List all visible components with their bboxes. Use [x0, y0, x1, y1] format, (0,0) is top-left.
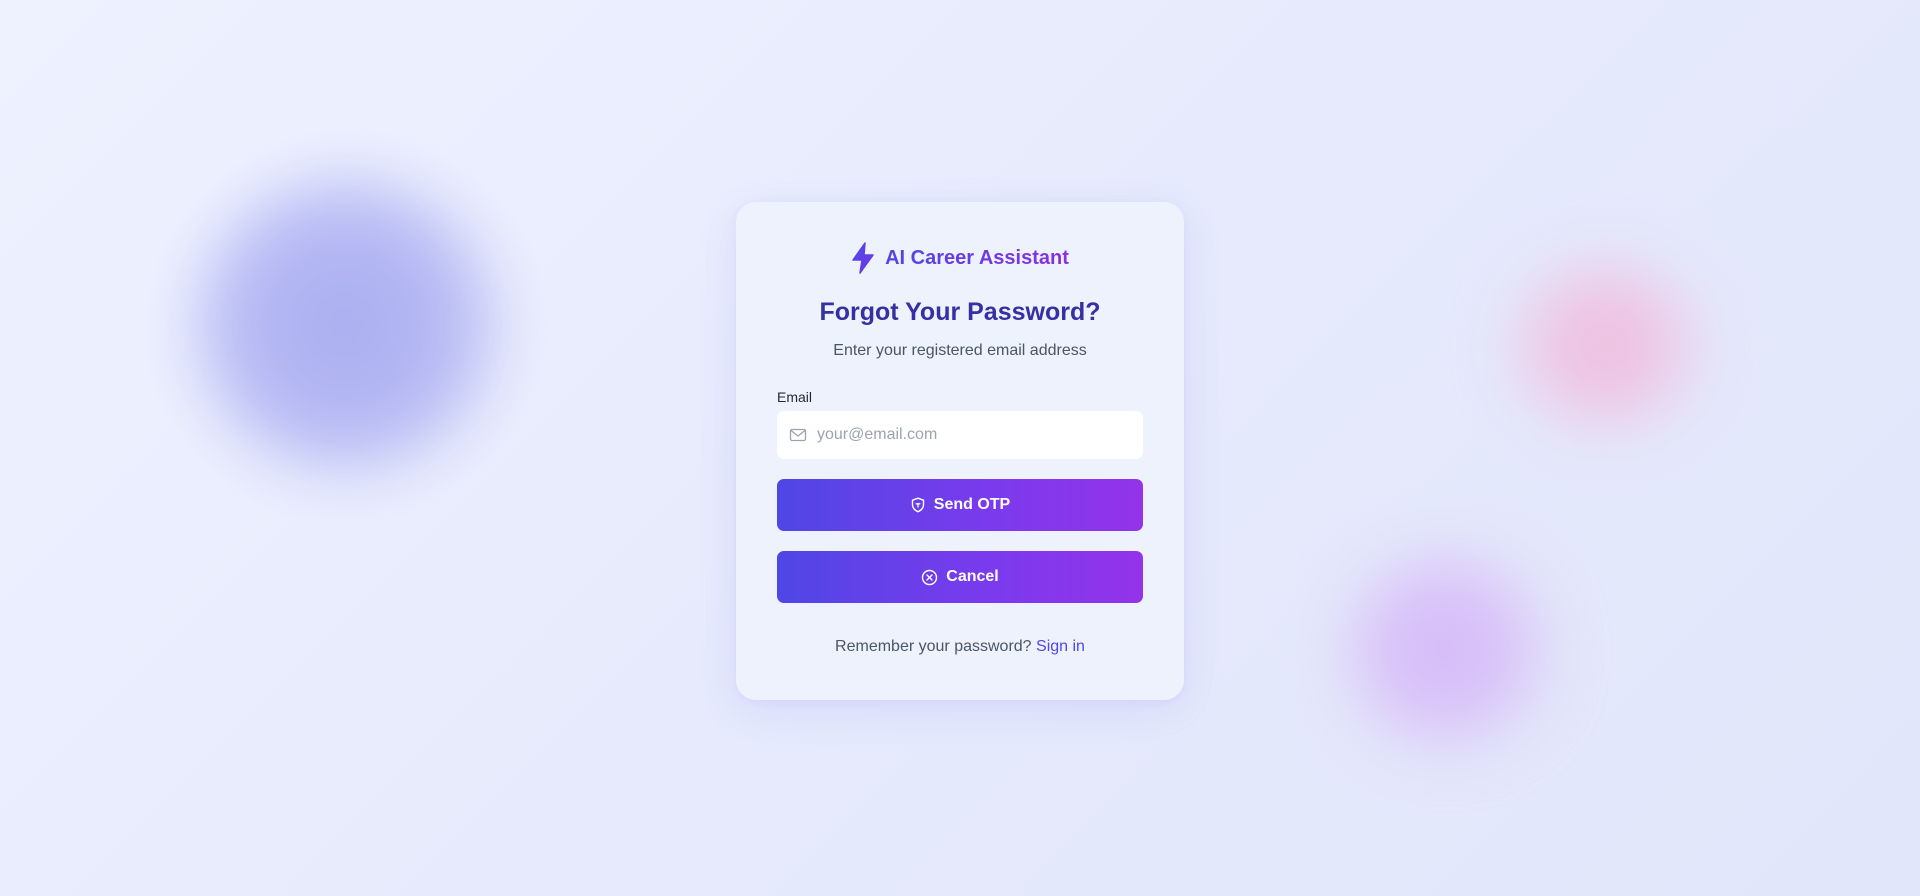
forgot-password-card: AI Career Assistant Forgot Your Password… — [736, 202, 1184, 700]
brand-name: AI Career Assistant — [885, 246, 1069, 269]
shield-icon — [911, 497, 924, 513]
page-subtitle: Enter your registered email address — [833, 342, 1087, 359]
sign-in-link[interactable]: Sign in — [1036, 638, 1085, 655]
lightning-bolt-icon — [852, 242, 874, 274]
cancel-label: Cancel — [946, 568, 999, 585]
send-otp-label: Send OTP — [933, 496, 1011, 513]
sign-in-prompt-text: Remember your password? — [835, 638, 1032, 655]
background-blob-blue — [195, 180, 495, 470]
email-label: Email — [777, 389, 813, 405]
background-blob-pink — [1515, 265, 1695, 425]
cancel-button[interactable]: Cancel — [777, 551, 1143, 603]
send-otp-button[interactable]: Send OTP — [777, 479, 1143, 531]
email-field[interactable] — [777, 411, 1143, 459]
sign-in-prompt: Remember your password? Sign in — [736, 638, 1184, 656]
email-input-wrapper — [777, 411, 1143, 459]
brand: AI Career Assistant — [736, 242, 1184, 274]
close-circle-icon — [922, 569, 938, 585]
mail-icon — [789, 428, 807, 442]
background-blob-purple — [1345, 555, 1545, 745]
page-title: Forgot Your Password? — [819, 298, 1101, 326]
